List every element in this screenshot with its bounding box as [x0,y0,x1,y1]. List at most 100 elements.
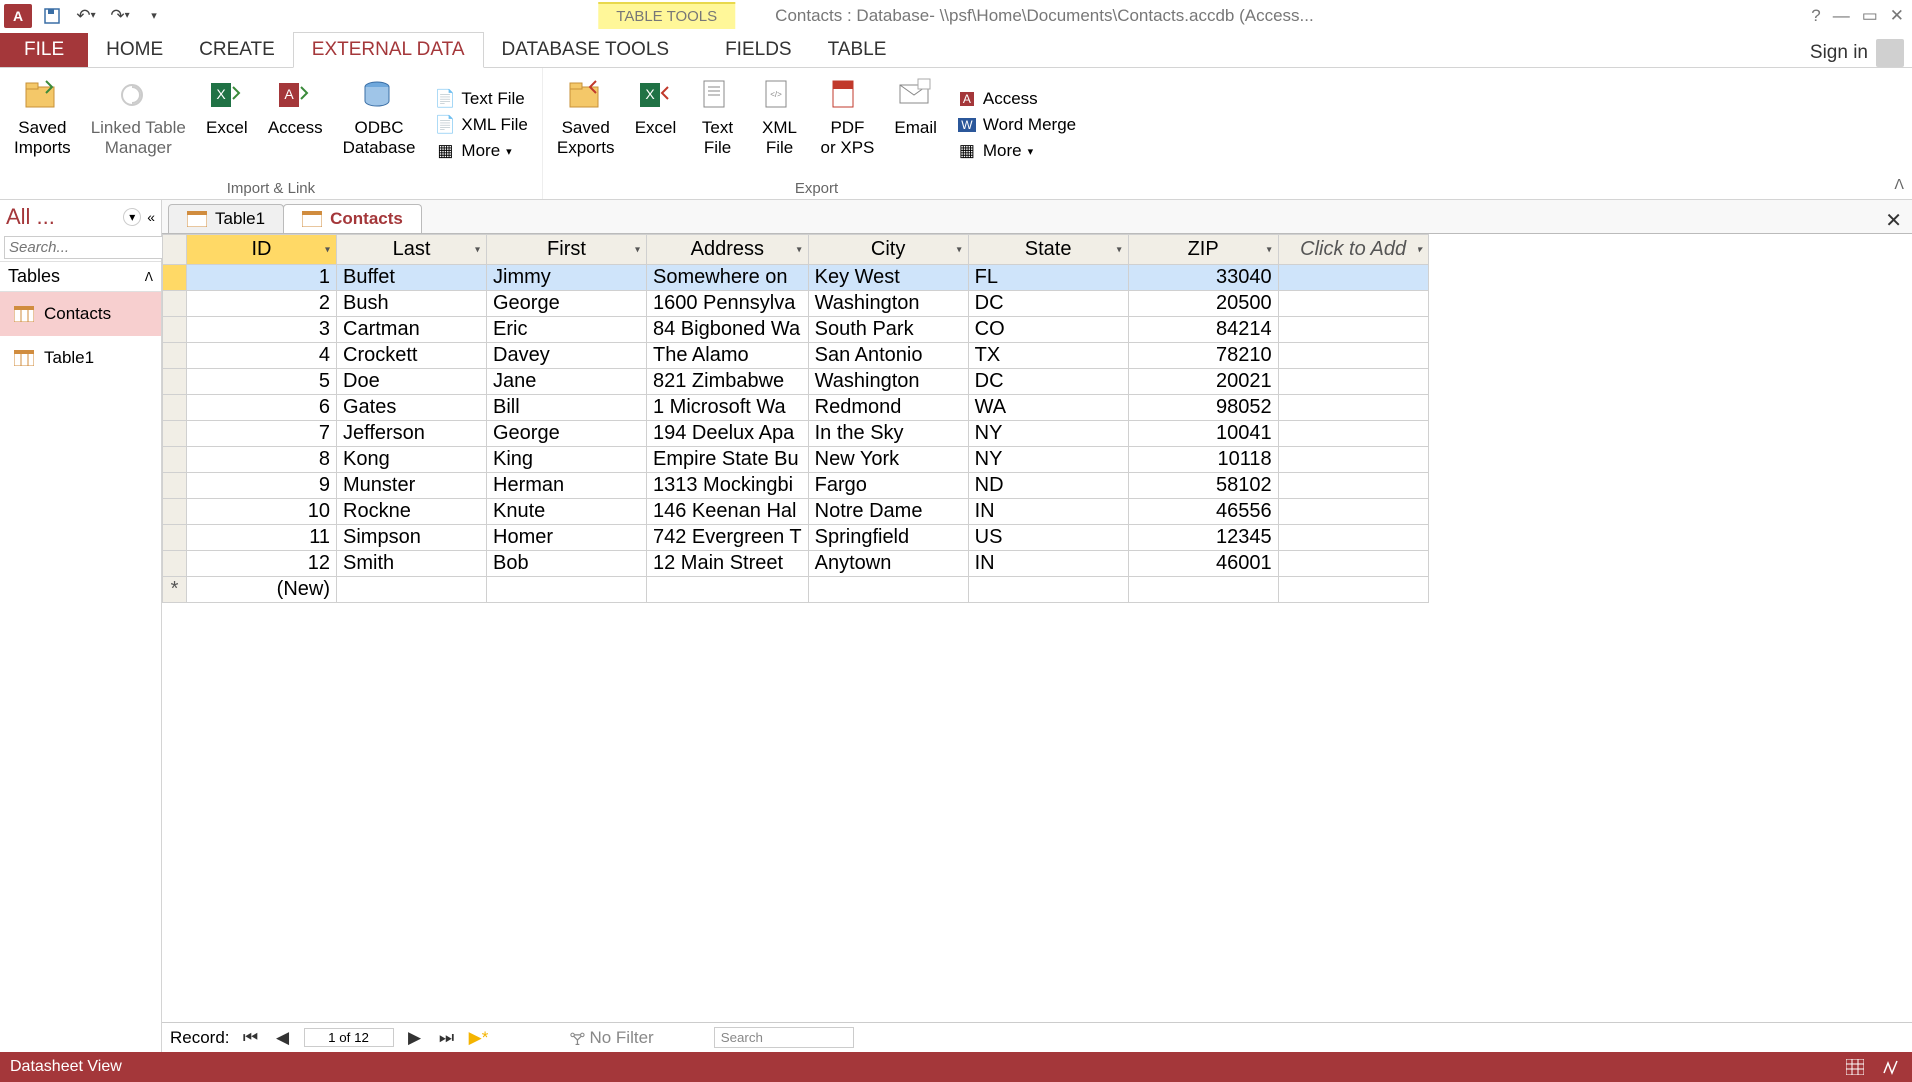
column-header-first[interactable]: First▾ [487,235,647,265]
cell-state[interactable]: WA [968,395,1128,421]
export-more-button[interactable]: ▦More ▾ [953,140,1080,162]
column-header-state[interactable]: State▾ [968,235,1128,265]
select-all-cell[interactable] [163,235,187,265]
cell-city[interactable]: San Antonio [808,343,968,369]
cell-city[interactable]: New York [808,447,968,473]
cell-zip[interactable]: 46556 [1128,499,1278,525]
close-icon[interactable]: ✕ [1890,6,1904,26]
cell-first[interactable]: Knute [487,499,647,525]
cell-city[interactable]: Washington [808,291,968,317]
cell-city[interactable]: South Park [808,317,968,343]
table-row[interactable]: 9 Munster Herman 1313 Mockingbi Fargo ND… [163,473,1429,499]
table-row[interactable]: 2 Bush George 1600 Pennsylva Washington … [163,291,1429,317]
cell-first[interactable]: Homer [487,525,647,551]
cell-last[interactable]: Rockne [337,499,487,525]
cell-zip[interactable]: 84214 [1128,317,1278,343]
chevron-down-icon[interactable]: ▾ [1117,244,1122,255]
cell-zip[interactable]: 20021 [1128,369,1278,395]
cell-id[interactable]: 10 [187,499,337,525]
cell-empty[interactable] [1278,473,1428,499]
cell-empty[interactable] [1278,525,1428,551]
cell-address[interactable]: Empire State Bu [647,447,809,473]
export-email-button[interactable]: Email [890,72,941,178]
import-access-button[interactable]: A Access [264,72,327,178]
nav-title[interactable]: All ... [6,204,117,230]
tab-fields[interactable]: FIELDS [707,33,810,67]
cell-state[interactable]: IN [968,499,1128,525]
nav-dropdown-icon[interactable]: ▾ [123,208,141,226]
new-record-button[interactable]: ▶* [468,1028,490,1048]
cell-first[interactable]: King [487,447,647,473]
import-xml-file-button[interactable]: 📄XML File [431,114,531,136]
table-row[interactable]: 5 Doe Jane 821 Zimbabwe Washington DC 20… [163,369,1429,395]
chevron-down-icon[interactable]: ▾ [325,244,330,255]
data-grid[interactable]: ID▾ Last▾ First▾ Address▾ City▾ State▾ Z… [162,234,1429,603]
maximize-icon[interactable]: ▭ [1862,6,1878,26]
cell-first[interactable]: Eric [487,317,647,343]
cell-id[interactable]: 4 [187,343,337,369]
cell-zip[interactable]: 10041 [1128,421,1278,447]
cell-zip[interactable]: 78210 [1128,343,1278,369]
import-text-file-button[interactable]: 📄Text File [431,88,531,110]
cell-last[interactable]: Smith [337,551,487,577]
cell-city[interactable]: In the Sky [808,421,968,447]
table-row[interactable]: 4 Crockett Davey The Alamo San Antonio T… [163,343,1429,369]
cell-id[interactable]: 2 [187,291,337,317]
minimize-icon[interactable]: — [1833,6,1850,26]
cell-city[interactable]: Fargo [808,473,968,499]
cell-address[interactable]: 821 Zimbabwe [647,369,809,395]
column-header-city[interactable]: City▾ [808,235,968,265]
row-selector[interactable] [163,499,187,525]
row-selector[interactable] [163,551,187,577]
cell-zip[interactable]: 20500 [1128,291,1278,317]
tab-database-tools[interactable]: DATABASE TOOLS [484,33,688,67]
table-row[interactable]: 7 Jefferson George 194 Deelux Apa In the… [163,421,1429,447]
cell-city[interactable]: Anytown [808,551,968,577]
row-selector[interactable] [163,421,187,447]
table-row[interactable]: 6 Gates Bill 1 Microsoft Wa Redmond WA 9… [163,395,1429,421]
chevron-down-icon[interactable]: ▾ [957,244,962,255]
cell-zip[interactable]: 46001 [1128,551,1278,577]
row-selector[interactable] [163,265,187,291]
export-xml-file-button[interactable]: </> XML File [755,72,805,178]
filter-indicator[interactable]: 🝖No Filter [570,1020,654,1055]
tab-create[interactable]: CREATE [181,33,293,67]
column-header-last[interactable]: Last▾ [337,235,487,265]
cell-state[interactable]: DC [968,369,1128,395]
cell-last[interactable]: Jefferson [337,421,487,447]
cell-city[interactable]: Redmond [808,395,968,421]
cell-address[interactable]: The Alamo [647,343,809,369]
row-selector[interactable] [163,525,187,551]
table-row[interactable]: 8 Kong King Empire State Bu New York NY … [163,447,1429,473]
record-search-input[interactable] [714,1027,854,1048]
row-selector[interactable] [163,395,187,421]
cell-state[interactable]: NY [968,421,1128,447]
row-selector[interactable] [163,291,187,317]
cell-address[interactable]: 194 Deelux Apa [647,421,809,447]
export-word-merge-button[interactable]: WWord Merge [953,114,1080,136]
cell-empty[interactable] [1278,551,1428,577]
cell-first[interactable]: Jane [487,369,647,395]
odbc-database-button[interactable]: ODBC Database [339,72,420,178]
cell-address[interactable]: 1 Microsoft Wa [647,395,809,421]
row-selector[interactable] [163,369,187,395]
cell-address[interactable]: 12 Main Street [647,551,809,577]
cell-last[interactable]: Doe [337,369,487,395]
tab-file[interactable]: FILE [0,33,88,67]
column-header-zip[interactable]: ZIP▾ [1128,235,1278,265]
save-icon[interactable] [38,2,66,30]
record-position-input[interactable] [304,1028,394,1047]
tab-table[interactable]: TABLE [810,33,905,67]
cell-id[interactable]: 7 [187,421,337,447]
row-selector[interactable] [163,447,187,473]
cell-empty[interactable] [1278,317,1428,343]
cell-id[interactable]: 5 [187,369,337,395]
import-more-button[interactable]: ▦More ▾ [431,140,531,162]
cell-id[interactable]: 12 [187,551,337,577]
export-excel-button[interactable]: X Excel [631,72,681,178]
cell-state[interactable]: TX [968,343,1128,369]
cell-last[interactable]: Bush [337,291,487,317]
cell-empty[interactable] [1278,369,1428,395]
cell-id[interactable]: 1 [187,265,337,291]
new-row[interactable]: * (New) [163,577,1429,603]
